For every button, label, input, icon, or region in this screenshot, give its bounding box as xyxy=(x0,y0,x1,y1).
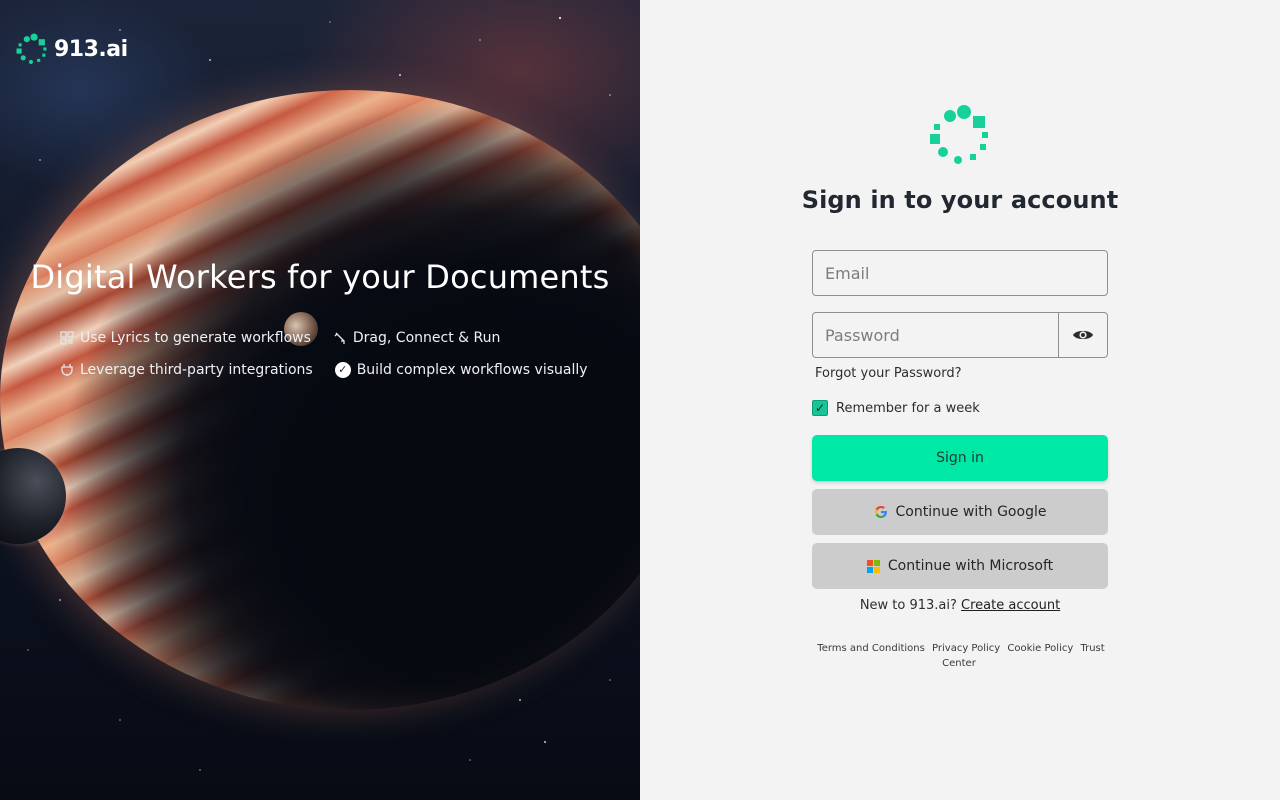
feature-list: Use Lyrics to generate workflows Drag, C… xyxy=(60,330,620,394)
remember-row: ✓ Remember for a week xyxy=(812,400,980,416)
microsoft-label: Continue with Microsoft xyxy=(887,558,1054,574)
feature-label: Use Lyrics to generate workflows xyxy=(80,330,311,346)
show-password-button[interactable] xyxy=(1058,313,1107,357)
plug-icon xyxy=(60,363,74,377)
feature-label: Build complex workflows visually xyxy=(356,362,588,378)
microsoft-signin-button[interactable]: Continue with Microsoft xyxy=(812,543,1108,589)
check-circle-icon: ✓ xyxy=(334,362,351,378)
google-icon xyxy=(874,506,887,518)
privacy-link[interactable]: Privacy Policy xyxy=(932,643,1000,654)
create-account-link[interactable]: Create account xyxy=(961,598,1060,613)
email-field-wrapper xyxy=(812,250,1108,296)
password-input[interactable] xyxy=(813,313,1058,357)
brand-name: 913.ai xyxy=(54,36,128,62)
feature-item: Drag, Connect & Run xyxy=(333,330,500,346)
signin-button[interactable]: Sign in xyxy=(812,435,1108,481)
terms-link[interactable]: Terms and Conditions xyxy=(817,643,925,654)
remember-checkbox[interactable]: ✓ xyxy=(812,400,828,416)
remember-label: Remember for a week xyxy=(836,400,980,416)
feature-label: Drag, Connect & Run xyxy=(352,330,501,346)
email-input[interactable] xyxy=(813,251,1107,295)
eye-icon xyxy=(1073,330,1093,340)
google-signin-button[interactable]: Continue with Google xyxy=(812,489,1108,535)
hero-panel: 913.ai Digital Workers for your Document… xyxy=(0,0,640,800)
footer-links: Terms and Conditions Privacy Policy Cook… xyxy=(812,641,1108,671)
plug-cursor-icon xyxy=(333,331,347,345)
password-field-wrapper xyxy=(812,312,1108,358)
grid-icon xyxy=(60,331,74,345)
page-title: Sign in to your account xyxy=(801,186,1119,214)
new-to-text: New to 913.ai? xyxy=(859,598,957,613)
brand-dots-icon xyxy=(930,105,988,164)
create-account-row: New to 913.ai? Create account xyxy=(640,598,1280,613)
brand-dots-icon xyxy=(16,33,47,64)
google-label: Continue with Google xyxy=(895,504,1047,520)
feature-item: ✓ Build complex workflows visually xyxy=(334,362,588,378)
cookie-link[interactable]: Cookie Policy xyxy=(1007,643,1073,654)
feature-item: Leverage third-party integrations xyxy=(60,362,313,378)
microsoft-icon xyxy=(866,559,880,573)
signin-panel: Sign in to your account Forgot your Pass… xyxy=(640,0,1280,800)
forgot-password-link[interactable]: Forgot your Password? xyxy=(815,366,962,381)
hero-title: Digital Workers for your Documents xyxy=(30,258,610,296)
feature-label: Leverage third-party integrations xyxy=(80,362,313,378)
feature-item: Use Lyrics to generate workflows xyxy=(60,330,311,346)
brand-logo[interactable]: 913.ai xyxy=(16,33,128,65)
